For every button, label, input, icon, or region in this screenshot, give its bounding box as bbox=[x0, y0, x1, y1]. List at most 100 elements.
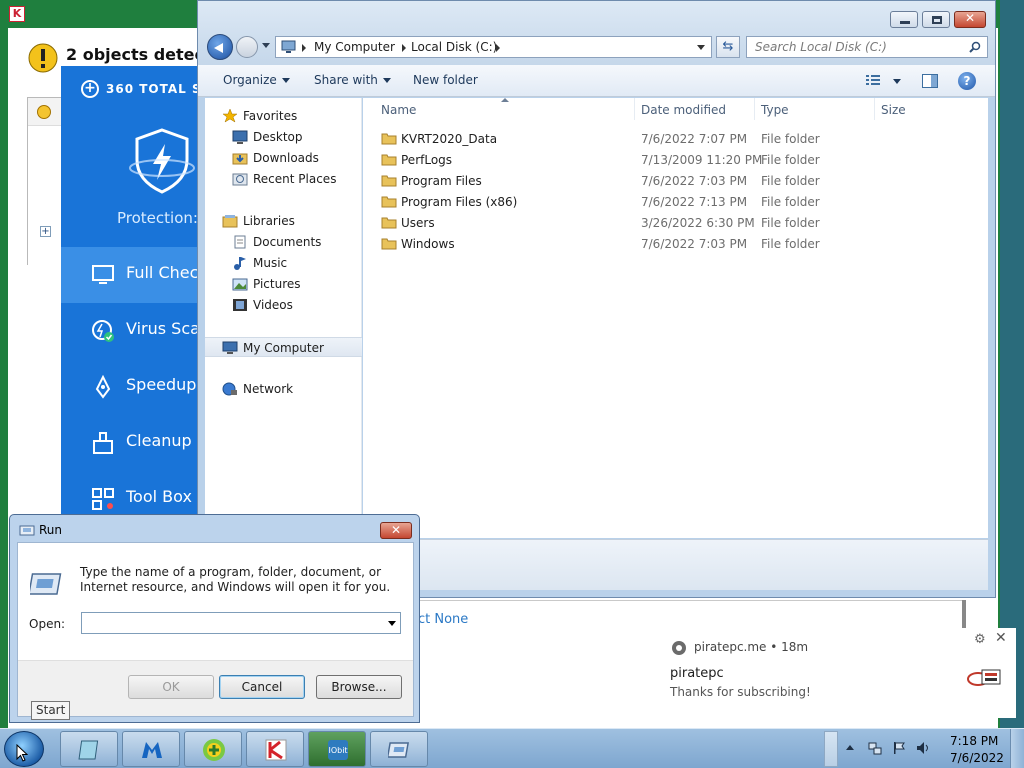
browse-button[interactable]: Browse... bbox=[316, 675, 402, 699]
nav-music[interactable]: Music bbox=[205, 253, 362, 273]
taskbar-kaspersky[interactable] bbox=[246, 731, 304, 767]
command-bar: Organize Share with New folder ? bbox=[198, 65, 995, 97]
recent-pages-dropdown[interactable] bbox=[262, 43, 270, 48]
taskbar-notepad[interactable] bbox=[60, 731, 118, 767]
notification-source: piratepc.me • 18m bbox=[694, 640, 809, 654]
network-tray-icon[interactable] bbox=[868, 741, 882, 755]
nav-label: Network bbox=[243, 382, 294, 396]
chevron-down-icon[interactable] bbox=[388, 621, 396, 626]
file-row[interactable]: Users 3/26/2022 6:30 PM File folder bbox=[363, 212, 988, 233]
address-bar[interactable]: My Computer Local Disk (C:) bbox=[275, 36, 712, 58]
nav-pictures[interactable]: Pictures bbox=[205, 274, 362, 294]
clock-time[interactable]: 7:18 PM bbox=[950, 734, 998, 748]
nav-recent-places[interactable]: Recent Places bbox=[205, 169, 362, 189]
action-center-flag-icon[interactable] bbox=[892, 741, 906, 755]
column-separator[interactable] bbox=[754, 98, 755, 120]
taskbar-iobit[interactable]: IObit bbox=[308, 731, 366, 767]
clock-date[interactable]: 7/6/2022 bbox=[950, 751, 1004, 765]
push-notification[interactable]: piratepc.me • 18m ⚙ ✕ piratepc Thanks fo… bbox=[654, 628, 1016, 718]
ts-header: + 360 TOTAL S bbox=[81, 80, 199, 98]
ts-brand-name: 360 TOTAL S bbox=[106, 82, 199, 96]
share-with-menu[interactable]: Share with bbox=[314, 73, 391, 87]
file-date: 7/6/2022 7:13 PM bbox=[641, 195, 748, 209]
explorer-window: ✕ My Computer Local Disk (C:) ⇆ Search L… bbox=[197, 0, 996, 598]
view-dropdown-icon[interactable] bbox=[893, 79, 901, 84]
view-options-icon[interactable] bbox=[866, 74, 880, 86]
nav-libraries[interactable]: Libraries bbox=[205, 211, 362, 231]
preview-pane-button[interactable] bbox=[922, 74, 938, 88]
chrome-icon bbox=[672, 641, 686, 655]
iobit-icon: IObit bbox=[328, 740, 348, 760]
run-program-icon bbox=[30, 573, 62, 595]
show-desktop-button[interactable] bbox=[1010, 729, 1024, 768]
warning-icon bbox=[28, 43, 58, 73]
ok-button[interactable]: OK bbox=[128, 675, 214, 699]
nav-label: My Computer bbox=[243, 341, 324, 355]
search-box[interactable]: Search Local Disk (C:) bbox=[746, 36, 988, 58]
videos-icon bbox=[233, 299, 247, 311]
nav-downloads[interactable]: Downloads bbox=[205, 148, 362, 168]
shield-lightning-icon bbox=[129, 128, 195, 194]
volume-icon[interactable] bbox=[916, 741, 930, 755]
column-separator[interactable] bbox=[634, 98, 635, 120]
column-header-size[interactable]: Size bbox=[881, 103, 906, 117]
back-button[interactable] bbox=[207, 34, 233, 60]
run-icon bbox=[19, 525, 35, 536]
taskbar-malwarebytes[interactable] bbox=[122, 731, 180, 767]
address-dropdown-icon[interactable] bbox=[697, 45, 705, 50]
file-type: File folder bbox=[761, 216, 820, 230]
nav-cleanup[interactable]: Cleanup bbox=[61, 415, 199, 471]
radiation-icon bbox=[37, 105, 51, 119]
piratepc-logo-icon bbox=[967, 669, 1001, 686]
file-row[interactable]: Program Files (x86) 7/6/2022 7:13 PM Fil… bbox=[363, 191, 988, 212]
nav-videos[interactable]: Videos bbox=[205, 295, 362, 315]
cancel-button[interactable]: Cancel bbox=[219, 675, 305, 699]
breadcrumb-local-disk[interactable]: Local Disk (C:) bbox=[411, 40, 497, 54]
run-dialog-footer: OK Cancel Browse... bbox=[18, 660, 413, 716]
recent-places-icon bbox=[232, 173, 248, 186]
taskbar-360-total-security[interactable] bbox=[184, 731, 242, 767]
protection-status: Protection: O bbox=[117, 209, 199, 227]
column-header-name[interactable]: Name bbox=[381, 103, 416, 117]
file-row[interactable]: KVRT2020_Data 7/6/2022 7:07 PM File fold… bbox=[363, 128, 988, 149]
star-icon bbox=[222, 109, 238, 123]
expand-icon[interactable]: + bbox=[40, 226, 51, 237]
refresh-button[interactable]: ⇆ bbox=[716, 36, 740, 58]
nav-documents[interactable]: Documents bbox=[205, 232, 362, 252]
file-row[interactable]: Program Files 7/6/2022 7:03 PM File fold… bbox=[363, 170, 988, 191]
nav-label: Libraries bbox=[243, 214, 295, 228]
nav-favorites[interactable]: Favorites bbox=[205, 106, 362, 126]
minimize-button[interactable] bbox=[890, 11, 918, 28]
column-header-date[interactable]: Date modified bbox=[641, 103, 726, 117]
nav-virus-scan[interactable]: Virus Scan bbox=[61, 303, 199, 359]
organize-menu[interactable]: Organize bbox=[223, 73, 290, 87]
file-row[interactable]: Windows 7/6/2022 7:03 PM File folder bbox=[363, 233, 988, 254]
taskbar-run[interactable] bbox=[370, 731, 428, 767]
maximize-button[interactable] bbox=[922, 11, 950, 28]
nav-my-computer[interactable]: My Computer bbox=[205, 337, 362, 357]
nav-speedup[interactable]: Speedup bbox=[61, 359, 199, 415]
gear-icon[interactable]: ⚙ bbox=[974, 632, 986, 647]
breadcrumb-my-computer[interactable]: My Computer bbox=[314, 40, 395, 54]
open-input[interactable] bbox=[81, 612, 401, 634]
file-row[interactable]: PerfLogs 7/13/2009 11:20 PM File folder bbox=[363, 149, 988, 170]
kaspersky-logo-icon: K bbox=[9, 6, 25, 22]
column-separator[interactable] bbox=[874, 98, 875, 120]
close-button[interactable]: ✕ bbox=[954, 11, 986, 28]
nav-full-check[interactable]: Full Check bbox=[61, 247, 199, 303]
nav-network[interactable]: Network bbox=[205, 379, 362, 399]
show-hidden-icons-button[interactable] bbox=[846, 745, 854, 750]
help-button[interactable]: ? bbox=[958, 72, 976, 90]
preview-pane-icon bbox=[931, 75, 937, 87]
kaspersky-icon bbox=[265, 739, 287, 761]
file-date: 7/6/2022 7:03 PM bbox=[641, 237, 748, 251]
column-header-type[interactable]: Type bbox=[761, 103, 789, 117]
forward-button[interactable] bbox=[236, 36, 258, 58]
close-button[interactable]: ✕ bbox=[380, 522, 412, 539]
new-folder-button[interactable]: New folder bbox=[413, 73, 478, 87]
taskbar-scroll[interactable] bbox=[824, 731, 838, 767]
select-none-link[interactable]: ct None bbox=[418, 612, 468, 627]
nav-desktop[interactable]: Desktop bbox=[205, 127, 362, 147]
rocket-icon bbox=[95, 375, 111, 399]
close-icon[interactable]: ✕ bbox=[995, 630, 1007, 646]
